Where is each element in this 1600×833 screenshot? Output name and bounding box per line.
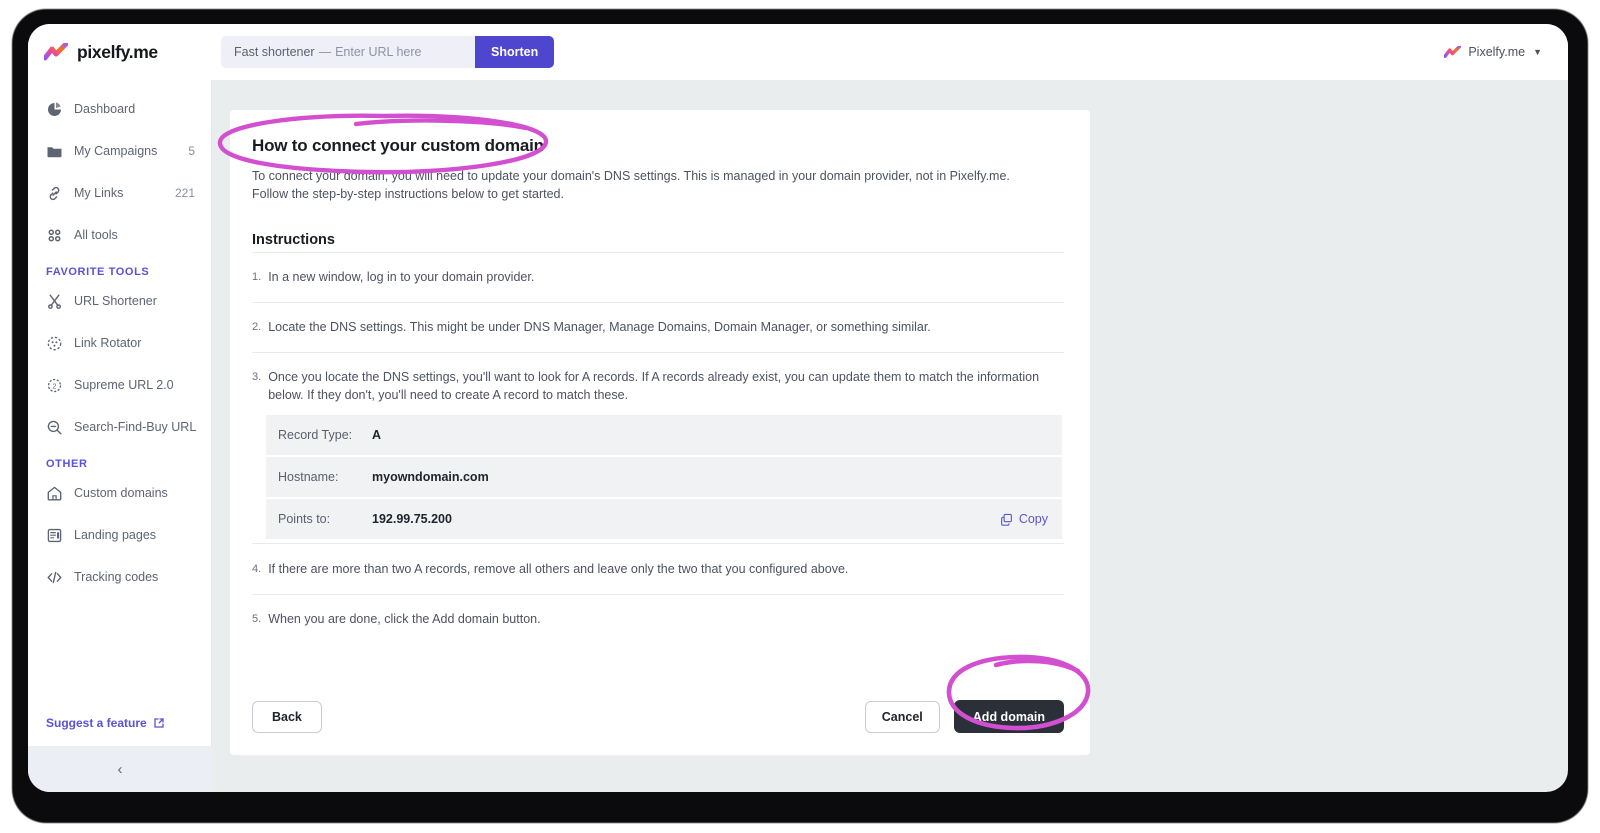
sidebar-item-label: Landing pages: [74, 528, 157, 542]
step-text: In a new window, log in to your domain p…: [268, 270, 535, 285]
sidebar-item-tracking-codes[interactable]: Tracking codes: [28, 560, 211, 594]
step-number: 5.: [252, 613, 262, 625]
sidebar-item-label: My Links: [74, 186, 124, 200]
brand-logo[interactable]: pixelfy.me: [28, 24, 212, 80]
step-text: When you are done, click the Add domain …: [268, 612, 541, 626]
sidebar-section-other: OTHER: [46, 458, 88, 470]
step-number: 3.: [252, 370, 262, 383]
sidebar-item-link-rotator[interactable]: Link Rotator: [28, 326, 211, 360]
instructions-heading: Instructions: [252, 232, 335, 249]
grid-dots-icon: [48, 229, 61, 241]
dns-record-table: Record Type: A Hostname: myowndomain.com…: [266, 415, 1062, 540]
home-icon: [47, 486, 62, 500]
step-number: 4.: [252, 563, 262, 576]
suggest-a-feature-label: Suggest a feature: [46, 716, 147, 730]
copy-label: Copy: [1018, 512, 1048, 527]
dns-record-row: Hostname: myowndomain.com: [266, 457, 1062, 498]
sidebar-item-my-campaigns[interactable]: My Campaigns 5: [28, 134, 211, 168]
add-domain-button[interactable]: Add domain: [953, 700, 1064, 733]
sidebar-item-url-shortener[interactable]: URL Shortener: [28, 284, 211, 318]
sidebar-collapse-button[interactable]: ‹: [28, 746, 212, 792]
step-text: Once you locate the DNS settings, you'll…: [268, 369, 1040, 402]
user-menu[interactable]: Pixelfy.me ▼: [1444, 45, 1542, 59]
copy-points-to-button[interactable]: Copy: [1000, 512, 1048, 526]
sidebar-item-landing-pages[interactable]: Landing pages: [28, 518, 211, 552]
cancel-button[interactable]: Cancel: [864, 700, 940, 733]
dns-record-row: Points to: 192.99.75.200 Copy: [266, 499, 1062, 540]
svg-text:2: 2: [53, 383, 57, 390]
instruction-step: 5. When you are done, click the Add doma…: [252, 594, 1064, 644]
sidebar-item-all-tools[interactable]: All tools: [28, 218, 211, 252]
dns-record-key: Hostname:: [278, 470, 339, 485]
scissors-icon: [48, 294, 62, 309]
shortener-input[interactable]: Fast shortener — Enter URL here: [221, 36, 475, 68]
suggest-a-feature-link[interactable]: Suggest a feature: [46, 716, 165, 730]
rotator-circle-icon: [47, 336, 62, 350]
sidebar-item-label: Link Rotator: [74, 336, 142, 350]
instruction-step: 3. Once you locate the DNS settings, you…: [252, 351, 1064, 414]
sidebar-item-label: URL Shortener: [74, 294, 157, 308]
instruction-step: 2. Locate the DNS settings. This might b…: [252, 302, 1064, 352]
sidebar-item-count: 221: [174, 186, 195, 200]
dns-record-row: Record Type: A: [266, 415, 1062, 456]
step-text: Locate the DNS settings. This might be u…: [268, 320, 931, 334]
dns-record-value: A: [372, 428, 382, 443]
sidebar-item-label: Tracking codes: [74, 570, 159, 584]
dns-record-value: myowndomain.com: [372, 470, 489, 485]
pie-chart-icon: [48, 101, 61, 116]
fast-shortener: Fast shortener — Enter URL here Shorten: [221, 36, 555, 68]
shortener-lead-label: Fast shortener: [234, 45, 315, 59]
sidebar-item-supreme-url[interactable]: 2 Supreme URL 2.0: [28, 368, 211, 402]
step-number: 2.: [252, 321, 262, 333]
shortener-separator: —: [318, 45, 332, 59]
sidebar-item-label: Search-Find-Buy URL: [74, 420, 197, 434]
sidebar-item-label: My Campaigns: [74, 144, 158, 158]
folder-icon: [47, 146, 62, 157]
shortener-placeholder: Enter URL here: [335, 45, 422, 59]
dns-record-key: Points to:: [278, 512, 331, 527]
screenshot-frame: pixelfy.me Fast shortener — Enter URL he…: [0, 0, 1600, 833]
shorten-button[interactable]: Shorten: [475, 36, 555, 68]
sidebar-item-search-find-buy-url[interactable]: Search-Find-Buy URL: [28, 410, 211, 444]
top-bar: pixelfy.me Fast shortener — Enter URL he…: [28, 24, 1568, 80]
footer-right-actions: Cancel Add domain: [864, 700, 1064, 733]
sidebar-section-favorite-tools: FAVORITE TOOLS: [46, 266, 150, 278]
step-text: If there are more than two A records, re…: [268, 562, 849, 577]
sidebar-item-label: Dashboard: [74, 102, 136, 116]
sidebar-item-dashboard[interactable]: Dashboard: [28, 92, 211, 126]
pixelfy-gradient-logo-icon: [44, 42, 68, 60]
sidebar-scroll-area: Dashboard My Campaigns 5 My Links 221 Al…: [28, 80, 211, 746]
dns-record-key: Record Type:: [278, 428, 353, 443]
code-brackets-icon: [47, 571, 62, 583]
intro-paragraph: To connect your domain, you will need to…: [252, 169, 1010, 202]
back-button[interactable]: Back: [252, 700, 322, 733]
sidebar-item-count: 5: [188, 144, 195, 158]
page-title: How to connect your custom domain: [252, 136, 544, 155]
page-icon: [47, 528, 62, 542]
sidebar-item-label: All tools: [74, 228, 118, 242]
chevron-left-icon: ‹: [117, 760, 123, 778]
sidebar-item-label: Custom domains: [74, 486, 168, 500]
pixelfy-gradient-logo-icon: [1444, 45, 1462, 58]
sidebar-item-my-links[interactable]: My Links 221: [28, 176, 211, 210]
browser-viewport: pixelfy.me Fast shortener — Enter URL he…: [28, 24, 1568, 792]
sidebar-item-custom-domains[interactable]: Custom domains: [28, 476, 211, 510]
instruction-steps: 1. In a new window, log in to your domai…: [252, 252, 1064, 644]
gear-two-icon: 2: [47, 378, 62, 392]
link-icon: [49, 186, 60, 200]
external-link-icon: [154, 718, 164, 728]
step-number: 1.: [252, 271, 262, 284]
instruction-step: 1. In a new window, log in to your domai…: [252, 252, 1064, 302]
dns-record-value: 192.99.75.200: [372, 512, 452, 527]
brand-name: pixelfy.me: [77, 41, 158, 62]
instruction-step: 4. If there are more than two A records,…: [252, 543, 1064, 594]
sidebar: Dashboard My Campaigns 5 My Links 221 Al…: [28, 80, 212, 792]
search-minus-icon: [47, 420, 62, 434]
chevron-down-icon: ▼: [1533, 47, 1542, 57]
custom-domain-instructions-card: How to connect your custom domain To con…: [230, 110, 1090, 755]
card-footer: Back Cancel Add domain: [252, 700, 1064, 733]
user-menu-label: Pixelfy.me: [1468, 45, 1526, 59]
copy-icon: [1000, 513, 1012, 526]
sidebar-item-label: Supreme URL 2.0: [74, 378, 174, 392]
